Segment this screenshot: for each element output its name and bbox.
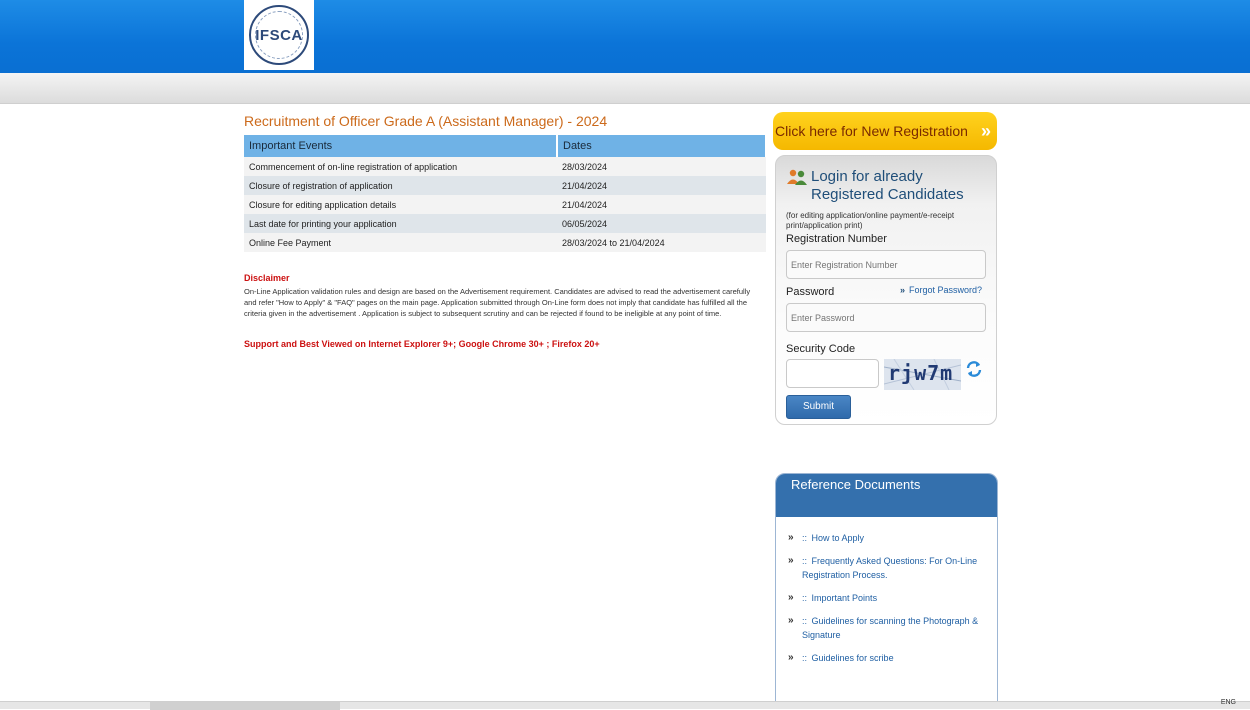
date-cell: 21/04/2024 [557,195,766,214]
logo-text: IFSCA [255,26,303,44]
table-row: Last date for printing your application … [244,214,766,233]
logo-seal: IFSCA [249,5,309,65]
link-prefix: :: [802,533,808,543]
reference-link-label: How to Apply [811,533,865,543]
page-title: Recruitment of Officer Grade A (Assistan… [244,113,608,129]
registration-number-input[interactable] [786,250,986,279]
reference-link-label: Guidelines for scribe [811,653,894,663]
double-chevron-right-icon: » [900,285,906,295]
login-title: Login for already Registered Candidates [811,168,991,204]
captcha-image: rjw7m [884,359,961,390]
reference-link-scribe-guidelines[interactable]: »:: Guidelines for scribe [788,651,987,665]
login-note: (for editing application/online payment/… [786,211,955,230]
disclaimer-text: On-Line Application validation rules and… [244,287,751,318]
refresh-captcha-icon[interactable] [965,360,983,378]
reference-documents-panel: Reference Documents »:: How to Apply »::… [775,473,998,709]
submit-button[interactable]: Submit [786,395,851,419]
double-chevron-right-icon: » [788,532,794,543]
event-cell: Commencement of on-line registration of … [244,157,557,176]
column-header-events: Important Events [244,135,558,157]
language-indicator[interactable]: ENG [1221,699,1236,706]
ifsca-logo[interactable]: IFSCA [244,0,314,70]
event-cell: Closure of registration of application [244,176,557,195]
reference-documents-list: »:: How to Apply »:: Frequently Asked Qu… [776,517,997,665]
reference-link-important-points[interactable]: »:: Important Points [788,591,987,605]
users-icon [787,169,807,185]
link-prefix: :: [802,556,808,566]
double-chevron-right-icon: » [788,555,794,566]
reference-link-label: Guidelines for scanning the Photograph &… [802,616,979,640]
event-cell: Online Fee Payment [244,233,557,252]
table-row: Commencement of on-line registration of … [244,157,766,176]
reference-link-how-to-apply[interactable]: »:: How to Apply [788,531,987,545]
date-cell: 28/03/2024 to 21/04/2024 [557,233,766,252]
date-cell: 28/03/2024 [557,157,766,176]
disclaimer-title: Disclaimer [244,273,290,283]
date-cell: 21/04/2024 [557,176,766,195]
new-registration-button[interactable]: Click here for New Registration » [773,112,997,150]
captcha-text: rjw7m [888,361,954,385]
browser-support-note: Support and Best Viewed on Internet Expl… [244,339,600,349]
os-taskbar: ENG [0,699,1250,710]
link-prefix: :: [802,593,808,603]
registration-number-label: Registration Number [786,233,887,245]
event-cell: Closure for editing application details [244,195,557,214]
table-row: Online Fee Payment 28/03/2024 to 21/04/2… [244,233,766,252]
reference-link-photo-guidelines[interactable]: »:: Guidelines for scanning the Photogra… [788,614,987,642]
reference-link-label: Important Points [811,593,878,603]
important-events-table: Important Events Dates Commencement of o… [244,135,767,252]
nav-bar [0,73,1250,104]
forgot-password-link[interactable]: » Forgot Password? [900,285,982,295]
link-prefix: :: [802,616,808,626]
password-input[interactable] [786,303,986,332]
reference-link-faq[interactable]: »:: Frequently Asked Questions: For On-L… [788,554,987,582]
table-row: Closure for editing application details … [244,195,766,214]
reference-documents-title: Reference Documents [776,474,997,517]
login-title-line2: Registered Candidates [811,186,964,203]
double-chevron-right-icon: » [788,615,794,626]
forgot-password-label: Forgot Password? [909,285,983,295]
table-header-row: Important Events Dates [244,135,767,157]
link-prefix: :: [802,653,808,663]
column-header-dates: Dates [557,135,767,157]
double-chevron-right-icon: » [788,652,794,663]
double-chevron-right-icon: » [788,592,794,603]
double-chevron-right-icon: » [980,121,991,141]
date-cell: 06/05/2024 [557,214,766,233]
login-title-line1: Login for already [811,168,923,185]
password-label: Password [786,286,835,298]
security-code-input[interactable] [786,359,879,388]
security-code-label: Security Code [786,343,856,355]
reference-link-label: Frequently Asked Questions: For On-Line … [802,556,978,580]
login-panel: Login for already Registered Candidates … [775,155,997,425]
new-registration-label: Click here for New Registration [775,123,968,139]
event-cell: Last date for printing your application [244,214,557,233]
site-header: IFSCA [0,0,1250,73]
table-row: Closure of registration of application 2… [244,176,766,195]
